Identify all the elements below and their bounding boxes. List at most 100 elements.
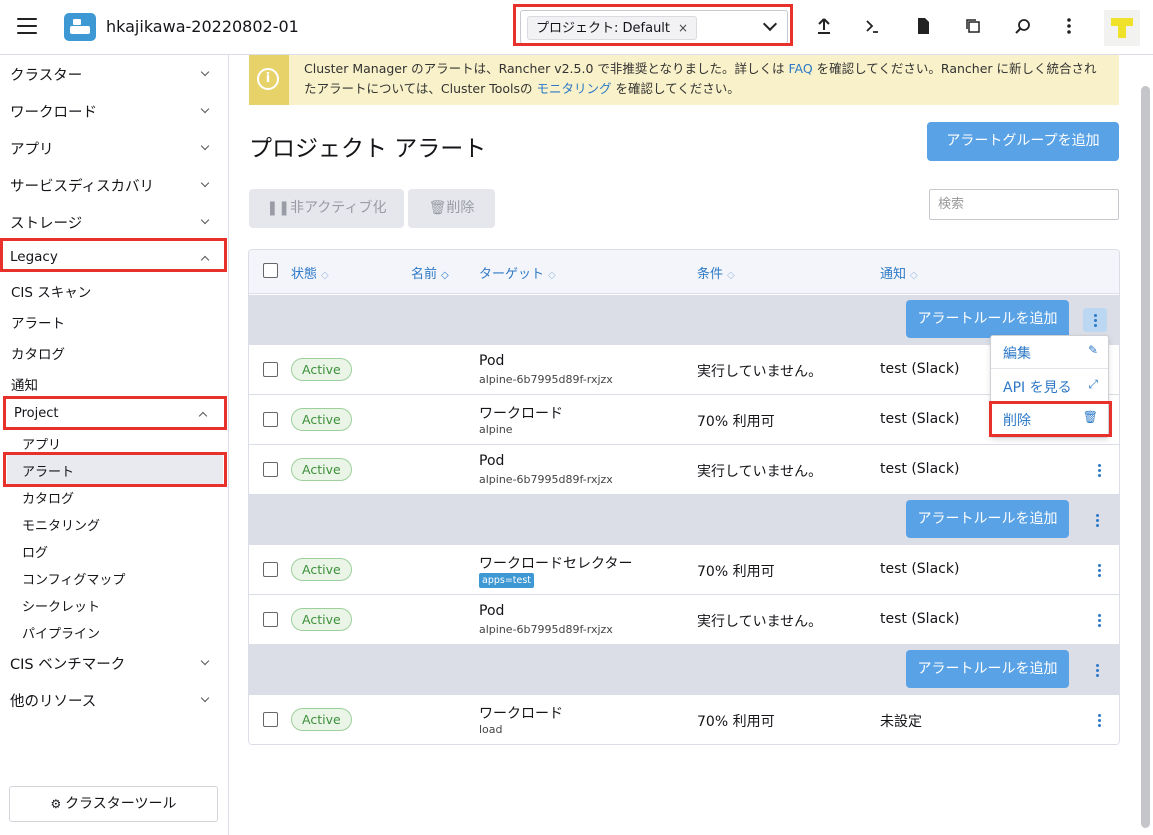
nav-item-project-secrets[interactable]: シークレット <box>22 596 100 615</box>
menu-item-edit[interactable]: 編集 ✎ <box>991 337 1108 367</box>
column-header-condition[interactable]: 条件 ◇ <box>697 263 735 282</box>
target-name: alpine <box>479 423 513 436</box>
project-chip: プロジェクト: Default × <box>527 16 698 40</box>
table-row: Active ワークロードセレクター apps=test 70% 利用可 tes… <box>249 545 1119 595</box>
nav-group-apps[interactable]: アプリ <box>10 138 220 159</box>
add-alert-group-button[interactable]: アラートグループを追加 <box>927 122 1119 161</box>
menu-item-delete[interactable]: 削除 🗑 <box>991 404 1108 434</box>
column-header-notification[interactable]: 通知 ◇ <box>880 263 918 282</box>
nav-group-project[interactable]: Project <box>14 406 212 421</box>
add-alert-rule-button[interactable]: アラートルールを追加 <box>906 300 1069 338</box>
banner-text: Cluster Manager のアラートは、Rancher v2.5.0 で非… <box>304 59 1104 99</box>
status-badge: Active <box>291 408 352 431</box>
cluster-tools-button[interactable]: ⚙ クラスターツール <box>9 786 218 822</box>
nav-group-cis-benchmark[interactable]: CIS ベンチマーク <box>10 653 220 674</box>
group-actions-icon[interactable] <box>1083 308 1107 332</box>
project-selector[interactable]: プロジェクト: Default × <box>520 10 788 44</box>
kubectl-shell-icon[interactable] <box>862 15 884 37</box>
search-input[interactable]: 検索 <box>929 189 1119 220</box>
row-actions-icon[interactable] <box>1087 708 1111 732</box>
nav-item-project-logging[interactable]: ログ <box>22 542 48 561</box>
column-header-target[interactable]: ターゲット ◇ <box>479 263 556 282</box>
nav-item-project-monitoring[interactable]: モニタリング <box>22 515 100 534</box>
row-actions-icon[interactable] <box>1087 608 1111 632</box>
row-actions-icon[interactable] <box>1087 558 1111 582</box>
row-checkbox[interactable] <box>263 712 278 727</box>
nav-group-storage[interactable]: ストレージ <box>10 212 220 233</box>
add-alert-rule-button[interactable]: アラートルールを追加 <box>906 650 1069 688</box>
menu-item-label: 削除 <box>1003 413 1031 429</box>
status-badge: Active <box>291 358 352 381</box>
row-checkbox[interactable] <box>263 462 278 477</box>
condition: 70% 利用可 <box>697 414 775 430</box>
header-label: 状態 <box>291 267 318 282</box>
nav-group-more-resources[interactable]: 他のリソース <box>10 690 220 711</box>
sidebar: クラスター ワークロード アプリ サービスディスカバリ ストレージ Legacy… <box>0 55 229 835</box>
nav-item-project-pipelines[interactable]: パイプライン <box>22 623 100 642</box>
column-header-state[interactable]: 状態 ◇ <box>291 263 329 282</box>
menu-item-view-api[interactable]: API を見る ⤢ <box>991 371 1108 401</box>
chevron-down-icon[interactable] <box>762 16 778 32</box>
target-type: Pod <box>479 453 505 469</box>
group-actions-icon[interactable] <box>1085 508 1109 532</box>
row-checkbox[interactable] <box>263 562 278 577</box>
delete-button[interactable]: 🗑削除 <box>408 189 495 228</box>
sort-icon: ◇ <box>910 270 918 281</box>
status-badge: Active <box>291 458 352 481</box>
row-checkbox[interactable] <box>263 362 278 377</box>
deactivate-label: 非アクティブ化 <box>290 200 387 216</box>
nav-item-project-catalog[interactable]: カタログ <box>22 488 74 507</box>
notification: test (Slack) <box>880 361 960 377</box>
condition: 70% 利用可 <box>697 564 775 580</box>
nav-group-label: CIS ベンチマーク <box>10 657 126 673</box>
table-row: Active Pod alpine-6b7995d89f-rxjzx 実行してい… <box>249 445 1119 495</box>
banner-text-part: を確認してください。 <box>611 81 740 96</box>
condition: 実行していません。 <box>697 364 823 380</box>
upload-icon[interactable] <box>813 15 835 37</box>
column-header-name[interactable]: 名前 ◇ <box>411 263 449 282</box>
header-label: 名前 <box>411 267 438 282</box>
copy-kubeconfig-icon[interactable] <box>962 15 984 37</box>
alerts-table: 状態 ◇ 名前 ◇ ターゲット ◇ 条件 ◇ 通知 ◇ アラートルールを追加 Active… <box>248 249 1120 745</box>
table-row: Active ワークロード alpine 70% 利用可 test (Slack… <box>249 395 1119 445</box>
chip-close-icon[interactable]: × <box>678 21 688 35</box>
scrollbar-thumb[interactable] <box>1141 86 1150 828</box>
deactivate-button[interactable]: ❚❚非アクティブ化 <box>249 189 404 228</box>
notification: test (Slack) <box>880 461 960 477</box>
row-checkbox[interactable] <box>263 612 278 627</box>
search-icon[interactable] <box>1012 15 1034 37</box>
hamburger-menu-icon[interactable] <box>17 18 37 34</box>
chevron-down-icon <box>200 693 210 703</box>
nav-item-catalog[interactable]: カタログ <box>11 343 65 363</box>
nav-group-workload[interactable]: ワークロード <box>10 101 220 122</box>
add-alert-rule-button[interactable]: アラートルールを追加 <box>906 500 1069 538</box>
target-name: load <box>479 723 503 736</box>
nav-group-label: クラスター <box>10 68 83 84</box>
sort-icon: ◇ <box>548 270 556 281</box>
nav-item-project-alerts[interactable]: アラート <box>22 461 74 480</box>
nav-item-cis-scan[interactable]: CIS スキャン <box>11 281 91 301</box>
monitoring-link[interactable]: モニタリング <box>536 81 611 96</box>
nav-group-label: Legacy <box>10 249 58 265</box>
menu-item-label: 編集 <box>1003 346 1031 362</box>
nav-group-service-discovery[interactable]: サービスディスカバリ <box>10 175 220 196</box>
nav-item-project-apps[interactable]: アプリ <box>22 434 61 453</box>
nav-group-cluster[interactable]: クラスター <box>10 64 220 85</box>
kubeconfig-file-icon[interactable] <box>912 15 934 37</box>
row-checkbox[interactable] <box>263 412 278 427</box>
target-name: alpine-6b7995d89f-rxjzx <box>479 373 613 386</box>
select-all-checkbox[interactable] <box>263 263 278 278</box>
user-avatar[interactable] <box>1104 10 1140 46</box>
nav-group-legacy[interactable]: Legacy <box>10 249 220 265</box>
row-actions-icon[interactable] <box>1087 458 1111 482</box>
more-options-icon[interactable] <box>1058 15 1080 37</box>
nav-item-alerts[interactable]: アラート <box>11 312 65 332</box>
info-icon: i <box>257 68 279 90</box>
group-actions-icon[interactable] <box>1085 658 1109 682</box>
alert-group-row: アラートルールを追加 <box>249 295 1119 345</box>
faq-link[interactable]: FAQ <box>788 61 812 76</box>
nav-item-project-configmaps[interactable]: コンフィグマップ <box>22 569 125 588</box>
nav-item-notifiers[interactable]: 通知 <box>11 374 38 394</box>
nav-group-label: アプリ <box>10 142 54 158</box>
menu-divider <box>991 368 1108 369</box>
